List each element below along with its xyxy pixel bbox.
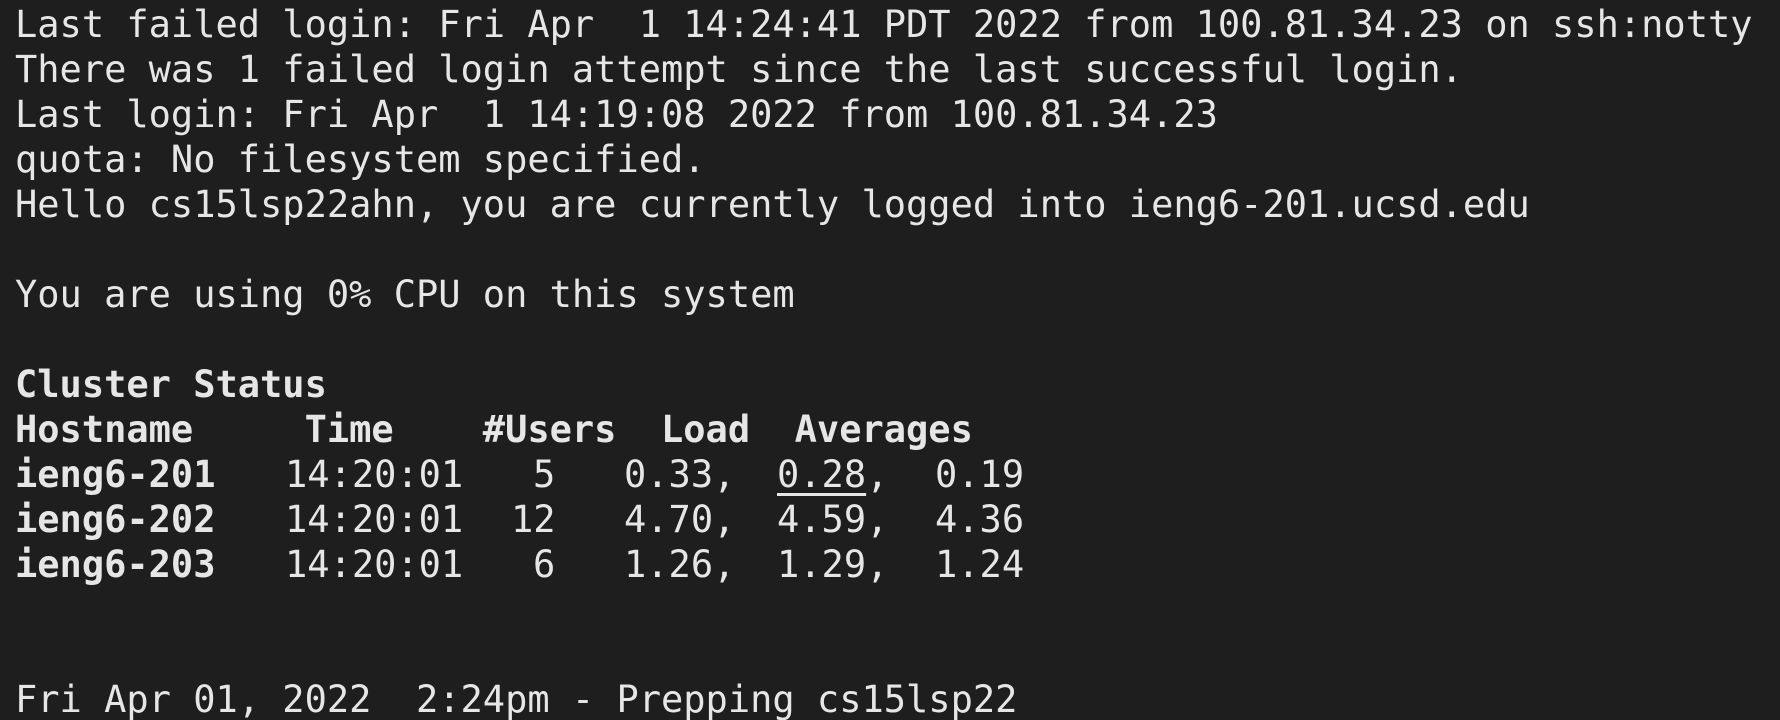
footer-status-line: Fri Apr 01, 2022 2:24pm - Prepping cs15l… xyxy=(15,678,1018,720)
table-row: ieng6-201 14:20:01 5 0.33, 0.28, 0.19 xyxy=(15,452,1780,497)
load-5min-value: 4.59 xyxy=(777,498,867,541)
cluster-status-title: Cluster Status xyxy=(15,363,327,406)
failed-login-line: Last failed login: Fri Apr 1 14:24:41 PD… xyxy=(15,3,1753,46)
load-5min-cell: 4.59, xyxy=(777,497,888,542)
load-5min-cell: 1.29, xyxy=(777,542,888,587)
load-1min-cell: 4.70, xyxy=(624,498,736,541)
cluster-table-header: Hostname Time #Users Load Averages xyxy=(15,408,973,451)
load-15min-cell: 0.19 xyxy=(935,453,1025,496)
users-cell: 6 xyxy=(533,543,556,586)
load-5min-value: 1.29 xyxy=(777,543,867,586)
load-1min-cell: 0.33, xyxy=(624,453,736,496)
hostname-cell: ieng6-201 xyxy=(15,453,216,496)
hostname-cell: ieng6-202 xyxy=(15,498,216,541)
load-5min-separator: , xyxy=(866,498,889,541)
load-1min-cell: 1.26, xyxy=(624,543,736,586)
failed-attempts-line: There was 1 failed login attempt since t… xyxy=(15,48,1463,91)
load-15min-cell: 4.36 xyxy=(935,498,1025,541)
load-5min-separator: , xyxy=(866,543,889,586)
table-row: ieng6-203 14:20:01 6 1.26, 1.29, 1.24 xyxy=(15,542,1780,587)
hostname-cell: ieng6-203 xyxy=(15,543,216,586)
time-cell: 14:20:01 xyxy=(285,498,464,541)
load-5min-separator: , xyxy=(866,453,889,496)
quota-line: quota: No filesystem specified. xyxy=(15,138,706,181)
users-cell: 5 xyxy=(533,453,556,496)
last-login-line: Last login: Fri Apr 1 14:19:08 2022 from… xyxy=(15,93,1218,136)
time-cell: 14:20:01 xyxy=(285,543,464,586)
table-row: ieng6-202 14:20:01 12 4.70, 4.59, 4.36 xyxy=(15,497,1780,542)
terminal-window[interactable]: Last failed login: Fri Apr 1 14:24:41 PD… xyxy=(0,0,1780,720)
greeting-line: Hello cs15lsp22ahn, you are currently lo… xyxy=(15,183,1530,226)
cpu-usage-line: You are using 0% CPU on this system xyxy=(15,273,795,316)
load-15min-cell: 1.24 xyxy=(935,543,1025,586)
load-5min-value: 0.28 xyxy=(777,453,867,496)
users-cell: 12 xyxy=(511,498,556,541)
load-5min-cell: 0.28, xyxy=(777,452,888,497)
time-cell: 14:20:01 xyxy=(285,453,464,496)
